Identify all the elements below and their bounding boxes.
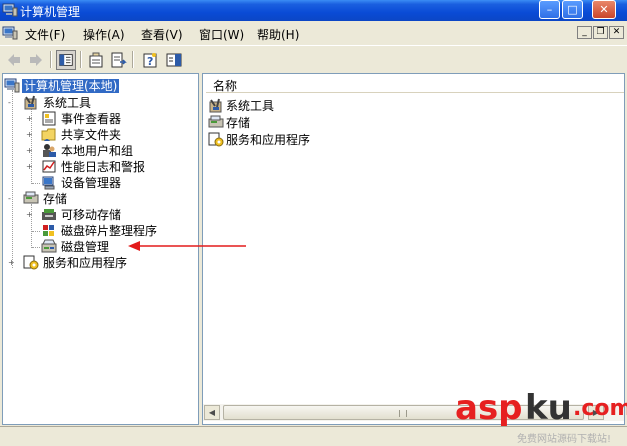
expand-icon[interactable]: + (26, 163, 35, 172)
computer-management-icon (2, 3, 18, 17)
list-item-label: 系统工具 (226, 99, 275, 113)
expand-icon[interactable]: + (26, 211, 35, 220)
toolbar-separator (80, 51, 82, 68)
tree-label-event-viewer: 事件查看器 (61, 112, 122, 126)
back-arrow-icon[interactable] (4, 50, 24, 70)
maximize-button[interactable]: □ (562, 0, 583, 19)
tree-label-storage: 存储 (43, 192, 68, 206)
tree-node-disk-defrag[interactable]: 磁盘碎片整理程序 (25, 223, 195, 239)
tree-label-system-tools: 系统工具 (43, 96, 92, 110)
performance-logs-icon (42, 160, 56, 173)
disk-defrag-icon (43, 225, 54, 236)
expand-icon[interactable]: + (26, 131, 35, 140)
device-manager-icon (42, 176, 55, 190)
local-users-icon (43, 144, 56, 157)
header-divider (206, 92, 624, 93)
menu-action[interactable]: 操作(A) (83, 26, 125, 43)
tree-label-services-apps: 服务和应用程序 (43, 256, 128, 270)
watermark-subtitle: 免费网站源码下载站! (517, 434, 612, 445)
services-apps-icon (23, 255, 39, 270)
tree-node-removable-storage[interactable]: + 可移动存储 (25, 207, 195, 223)
tree-node-performance-logs[interactable]: + 性能日志和警报 (25, 159, 195, 175)
tree-line (32, 183, 40, 184)
collapse-icon[interactable]: - (8, 99, 17, 108)
menu-file[interactable]: 文件(F) (25, 26, 65, 43)
tree-node-shared-folders[interactable]: + 共享文件夹 (25, 127, 195, 143)
mdi-close-button[interactable]: ✕ (609, 26, 624, 39)
properties-icon[interactable] (86, 50, 106, 70)
console-tree-icon[interactable] (164, 50, 184, 70)
list-item-services-apps[interactable]: 服务和应用程序 (208, 132, 408, 148)
forward-arrow-icon[interactable] (26, 50, 46, 70)
tree-node-local-users[interactable]: + 本地用户和组 (25, 143, 195, 159)
export-list-icon[interactable] (108, 50, 128, 70)
menu-window[interactable]: 窗口(W) (199, 26, 244, 43)
console-icon[interactable] (2, 25, 18, 41)
storage-icon (208, 115, 224, 128)
tree-line (12, 90, 13, 268)
scroll-left-button[interactable]: ◀ (204, 405, 220, 420)
tree-node-system-tools[interactable]: - 系统工具 (7, 95, 193, 111)
watermark-ku: ku (525, 388, 572, 428)
watermark-asp: asp (455, 388, 523, 428)
tree-line (32, 247, 40, 248)
event-viewer-icon (42, 111, 56, 126)
show-hide-tree-icon[interactable] (56, 50, 76, 70)
tree-label-local-users: 本地用户和组 (61, 144, 134, 158)
column-header-name[interactable]: 名称 (203, 74, 624, 93)
tree-node-event-viewer[interactable]: + 事件查看器 (25, 111, 195, 127)
expand-icon[interactable]: + (26, 115, 35, 124)
help-icon[interactable]: ? (140, 50, 160, 70)
computer-management-window: 计算机管理 – □ ✕ 文件(F) 操作(A) 查看(V) 窗口(W) 帮助(H… (0, 0, 627, 446)
watermark-logo: asp ku .com 免费网站源码下载站! (455, 388, 627, 445)
tree-label-disk-management: 磁盘管理 (61, 240, 110, 254)
list-item-system-tools[interactable]: 系统工具 (208, 98, 408, 114)
tree-label-performance-logs: 性能日志和警报 (61, 160, 146, 174)
tree-node-root[interactable]: 计算机管理(本地) (4, 78, 194, 94)
tree-node-disk-management[interactable]: 磁盘管理 (25, 239, 195, 255)
tree-line (32, 231, 40, 232)
svg-text:?: ? (147, 55, 153, 68)
shared-folders-icon (41, 128, 56, 141)
tree-label-shared-folders: 共享文件夹 (61, 128, 122, 142)
tree-node-services-apps[interactable]: + 服务和应用程序 (7, 255, 193, 271)
toolbar: ? (0, 45, 627, 72)
list-item-label: 存储 (226, 116, 251, 130)
tree-label-root: 计算机管理(本地) (22, 79, 120, 93)
tree-node-storage[interactable]: - 存储 (7, 191, 193, 207)
mdi-minimize-button[interactable]: _ (577, 26, 592, 39)
tree-label-removable-storage: 可移动存储 (61, 208, 122, 222)
collapse-icon[interactable]: - (8, 195, 17, 204)
toolbar-separator (132, 51, 134, 68)
list-item-label: 服务和应用程序 (226, 133, 311, 147)
tree-label-device-manager: 设备管理器 (61, 176, 122, 190)
minimize-button[interactable]: – (539, 0, 560, 19)
expand-icon[interactable]: + (26, 147, 35, 156)
details-pane[interactable]: 名称 系统工具 存储 服务和应用程序 ◀ ▶ (202, 73, 625, 425)
menu-bar: 文件(F) 操作(A) 查看(V) 窗口(W) 帮助(H) _ ❐ ✕ (0, 21, 627, 45)
expand-icon[interactable]: + (8, 259, 17, 268)
scroll-grip (399, 410, 407, 417)
close-button[interactable]: ✕ (592, 0, 616, 19)
system-tools-icon (24, 95, 37, 110)
menu-help[interactable]: 帮助(H) (257, 26, 299, 43)
mdi-restore-button[interactable]: ❐ (593, 26, 608, 39)
disk-management-icon (41, 239, 57, 253)
tree-node-device-manager[interactable]: 设备管理器 (25, 175, 195, 191)
title-bar[interactable]: 计算机管理 – □ ✕ (0, 0, 627, 21)
removable-storage-icon (42, 209, 56, 220)
tree-label-disk-defrag: 磁盘碎片整理程序 (61, 224, 158, 238)
menu-view[interactable]: 查看(V) (141, 26, 183, 43)
watermark-dotcom: .com (573, 396, 627, 421)
list-item-storage[interactable]: 存储 (208, 115, 408, 131)
system-tools-icon (209, 98, 222, 113)
console-tree-pane[interactable]: 计算机管理(本地) - 系统工具 + 事件查看器 + 共享文件夹 + 本地用户和… (2, 73, 199, 425)
window-title: 计算机管理 (20, 5, 81, 19)
toolbar-separator (50, 51, 52, 68)
services-apps-icon (208, 132, 224, 147)
computer-management-icon (4, 78, 20, 93)
storage-icon (23, 191, 39, 204)
